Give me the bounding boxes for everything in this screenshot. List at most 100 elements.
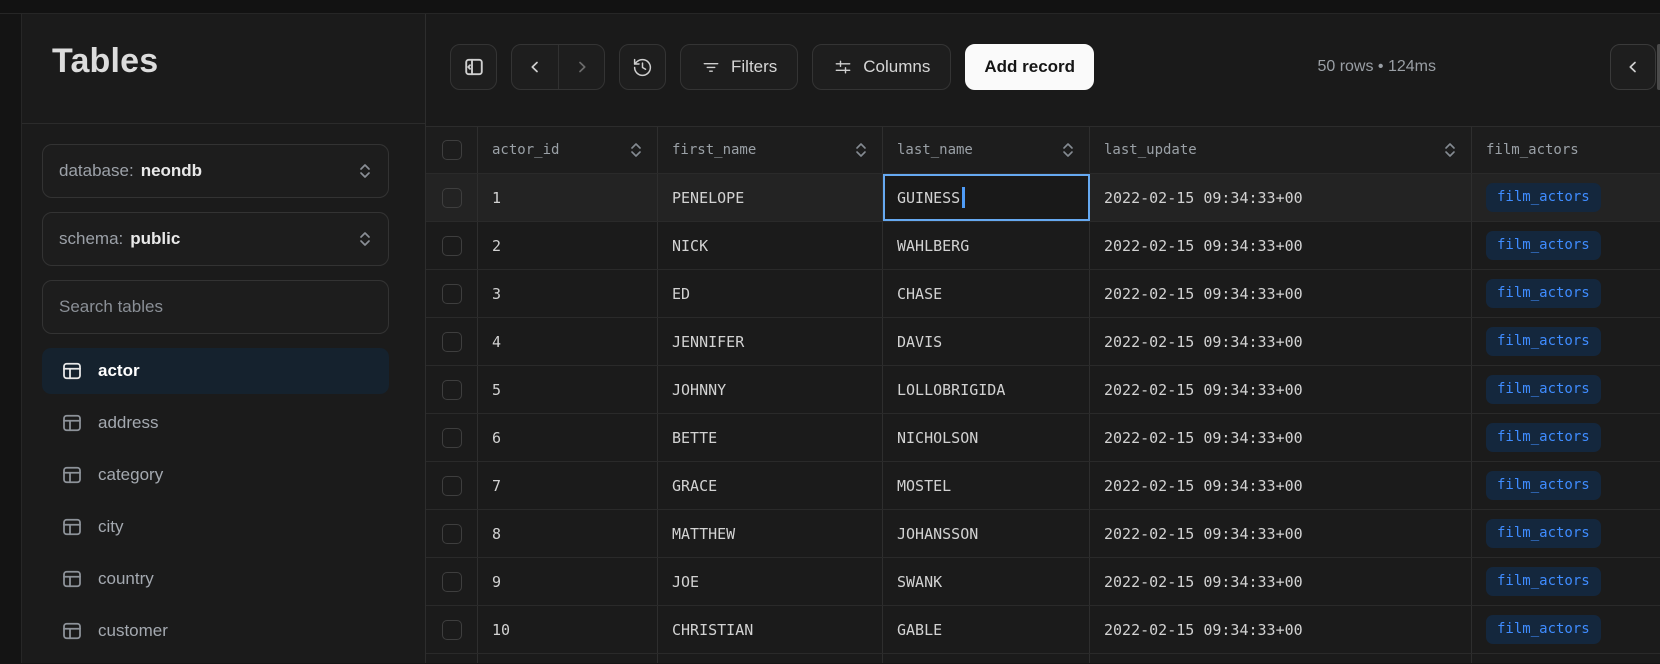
- column-header-first_name[interactable]: first_name: [658, 127, 883, 173]
- collapse-sidebar-button[interactable]: [450, 44, 497, 90]
- cell-actor_id[interactable]: 5: [478, 366, 658, 413]
- row-checkbox[interactable]: [442, 620, 462, 640]
- panel-left-close-icon: [464, 57, 484, 77]
- cell-first_name[interactable]: JOE: [658, 558, 883, 605]
- sidebar-item-city[interactable]: city: [42, 504, 389, 550]
- cell-last_update[interactable]: 2022-02-15 09:34:33+00: [1090, 558, 1472, 605]
- cell-last_name[interactable]: SWANK: [883, 558, 1090, 605]
- cell-first_name[interactable]: [658, 654, 883, 663]
- cell-last_update[interactable]: 2022-02-15 09:34:33+00: [1090, 414, 1472, 461]
- row-checkbox[interactable]: [442, 188, 462, 208]
- cell-film-actors: film_actors: [1472, 558, 1660, 605]
- sort-icon[interactable]: [1061, 141, 1075, 159]
- column-header-film_actors[interactable]: film_actors: [1472, 127, 1660, 173]
- cell-last_name[interactable]: MOSTEL: [883, 462, 1090, 509]
- sidebar-item-address[interactable]: address: [42, 400, 389, 446]
- search-tables-input[interactable]: [59, 297, 372, 317]
- row-checkbox[interactable]: [442, 524, 462, 544]
- cell-last_update[interactable]: 2022-02-15 09:34:33+00: [1090, 462, 1472, 509]
- cell-actor_id[interactable]: 1: [478, 174, 658, 221]
- table-row: 2 NICK WAHLBERG 2022-02-15 09:34:33+00 f…: [426, 222, 1660, 270]
- cell-actor_id[interactable]: 9: [478, 558, 658, 605]
- previous-page-button[interactable]: [512, 45, 558, 89]
- search-tables-box: [42, 280, 389, 334]
- cell-last_update[interactable]: 2022-02-15 09:34:33+00: [1090, 366, 1472, 413]
- relation-badge[interactable]: film_actors: [1486, 327, 1601, 357]
- cell-actor_id[interactable]: 10: [478, 606, 658, 653]
- next-page-button[interactable]: [558, 45, 604, 89]
- relation-badge[interactable]: film_actors: [1486, 183, 1601, 213]
- row-checkbox[interactable]: [442, 428, 462, 448]
- cell-actor_id[interactable]: [478, 654, 658, 663]
- cell-last_update[interactable]: 2022-02-15 09:34:33+00: [1090, 174, 1472, 221]
- cell-first_name[interactable]: JOHNNY: [658, 366, 883, 413]
- cell-actor_id[interactable]: 7: [478, 462, 658, 509]
- cell-first_name[interactable]: ED: [658, 270, 883, 317]
- row-select-cell: [426, 462, 478, 509]
- relation-badge[interactable]: film_actors: [1486, 471, 1601, 501]
- cell-last_update[interactable]: 2022-02-15 09:34:33+00: [1090, 318, 1472, 365]
- cell-actor_id[interactable]: 6: [478, 414, 658, 461]
- columns-button[interactable]: Columns: [812, 44, 951, 90]
- relation-badge[interactable]: film_actors: [1486, 375, 1601, 405]
- cell-first_name[interactable]: GRACE: [658, 462, 883, 509]
- row-checkbox[interactable]: [442, 476, 462, 496]
- row-checkbox[interactable]: [442, 284, 462, 304]
- row-checkbox[interactable]: [442, 332, 462, 352]
- cell-value: 6: [492, 429, 501, 447]
- column-header-actor_id[interactable]: actor_id: [478, 127, 658, 173]
- cell-value: 2022-02-15 09:34:33+00: [1104, 285, 1303, 303]
- cell-first_name[interactable]: MATTHEW: [658, 510, 883, 557]
- cell-last_name[interactable]: GUINESS: [883, 174, 1090, 221]
- collapse-right-panel-button[interactable]: [1610, 44, 1656, 90]
- row-checkbox[interactable]: [442, 236, 462, 256]
- sidebar-item-category[interactable]: category: [42, 452, 389, 498]
- cell-last_name[interactable]: CHASE: [883, 270, 1090, 317]
- cell-first_name[interactable]: JENNIFER: [658, 318, 883, 365]
- cell-last_name[interactable]: GABLE: [883, 606, 1090, 653]
- sort-icon[interactable]: [1443, 141, 1457, 159]
- history-button[interactable]: [619, 44, 666, 90]
- cell-last_name[interactable]: WAHLBERG: [883, 222, 1090, 269]
- relation-badge[interactable]: film_actors: [1486, 567, 1601, 597]
- row-checkbox[interactable]: [442, 380, 462, 400]
- cell-first_name[interactable]: BETTE: [658, 414, 883, 461]
- relation-badge[interactable]: film_actors: [1486, 231, 1601, 261]
- cell-last_name[interactable]: LOLLOBRIGIDA: [883, 366, 1090, 413]
- relation-badge[interactable]: film_actors: [1486, 279, 1601, 309]
- cell-last_update[interactable]: [1090, 654, 1472, 663]
- cell-last_update[interactable]: 2022-02-15 09:34:33+00: [1090, 222, 1472, 269]
- filters-button[interactable]: Filters: [680, 44, 798, 90]
- add-record-button[interactable]: Add record: [965, 44, 1094, 90]
- cell-actor_id[interactable]: 3: [478, 270, 658, 317]
- column-header-label: first_name: [672, 142, 756, 158]
- sort-icon[interactable]: [854, 141, 868, 159]
- cell-last_update[interactable]: 2022-02-15 09:34:33+00: [1090, 510, 1472, 557]
- sidebar-item-country[interactable]: country: [42, 556, 389, 602]
- cell-last_update[interactable]: 2022-02-15 09:34:33+00: [1090, 606, 1472, 653]
- sort-icon[interactable]: [629, 141, 643, 159]
- sidebar-item-customer[interactable]: customer: [42, 608, 389, 654]
- column-header-last_update[interactable]: last_update: [1090, 127, 1472, 173]
- cell-last_name[interactable]: JOHANSSON: [883, 510, 1090, 557]
- cell-film_actors[interactable]: [1472, 654, 1660, 663]
- cell-last_name[interactable]: DAVIS: [883, 318, 1090, 365]
- cell-actor_id[interactable]: 8: [478, 510, 658, 557]
- sidebar-item-actor[interactable]: actor: [42, 348, 389, 394]
- schema-select[interactable]: schema: public: [42, 212, 389, 266]
- cell-actor_id[interactable]: 2: [478, 222, 658, 269]
- relation-badge[interactable]: film_actors: [1486, 423, 1601, 453]
- relation-badge[interactable]: film_actors: [1486, 615, 1601, 645]
- cell-last_name[interactable]: NICHOLSON: [883, 414, 1090, 461]
- column-header-last_name[interactable]: last_name: [883, 127, 1090, 173]
- database-select[interactable]: database: neondb: [42, 144, 389, 198]
- cell-first_name[interactable]: PENELOPE: [658, 174, 883, 221]
- cell-actor_id[interactable]: 4: [478, 318, 658, 365]
- relation-badge[interactable]: film_actors: [1486, 519, 1601, 549]
- cell-first_name[interactable]: CHRISTIAN: [658, 606, 883, 653]
- row-checkbox[interactable]: [442, 572, 462, 592]
- select-all-checkbox[interactable]: [442, 140, 462, 160]
- cell-first_name[interactable]: NICK: [658, 222, 883, 269]
- cell-last_update[interactable]: 2022-02-15 09:34:33+00: [1090, 270, 1472, 317]
- cell-last_name[interactable]: [883, 654, 1090, 663]
